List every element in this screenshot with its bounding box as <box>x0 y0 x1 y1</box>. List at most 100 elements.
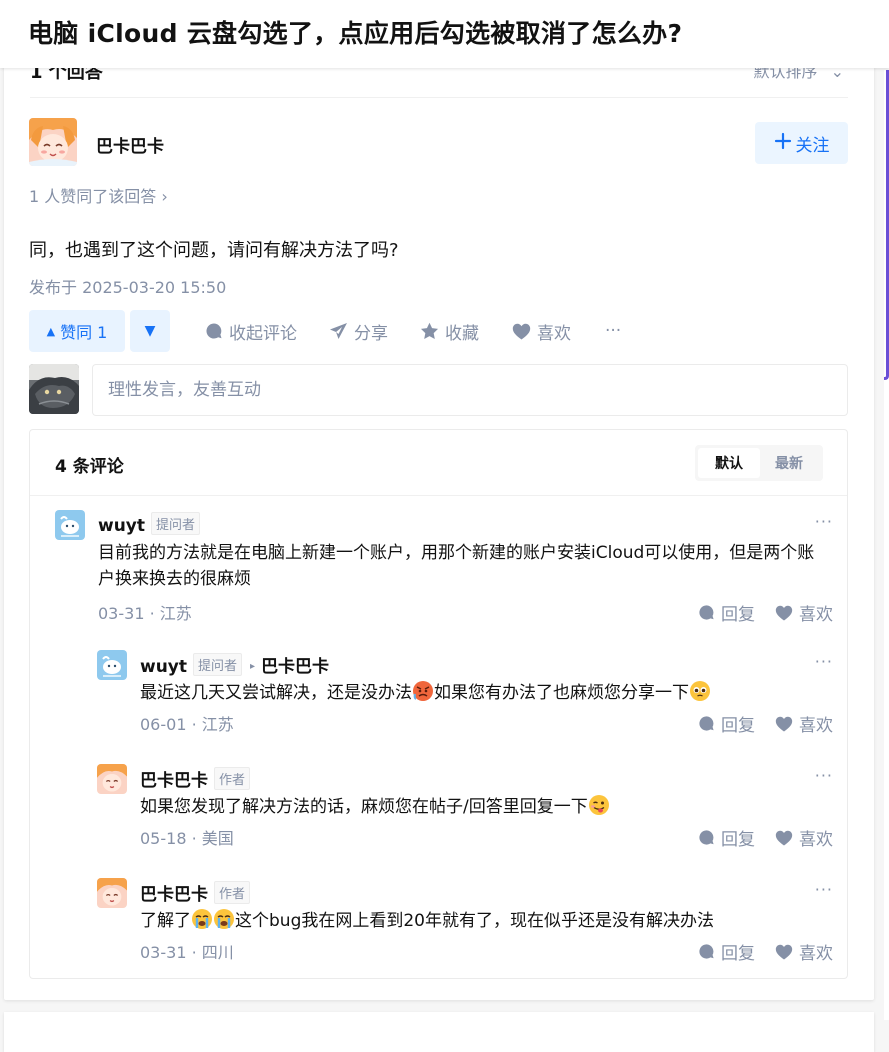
comment-more-button[interactable]: ··· <box>815 512 833 531</box>
comment-icon <box>699 605 714 620</box>
plus-icon <box>774 132 792 155</box>
favorite-button[interactable]: 收藏 <box>420 310 479 352</box>
reply-label: 回复 <box>721 830 755 850</box>
sort-default-tab[interactable]: 默认 <box>698 448 760 478</box>
follow-label: 关注 <box>795 135 830 156</box>
like-label: 喜欢 <box>537 323 571 344</box>
comment-like-button[interactable]: 喜欢 <box>775 600 833 625</box>
heart-icon <box>512 323 531 340</box>
comment-text-part: 最近这几天又尝试解决，还是没办法 <box>140 683 412 703</box>
comment-like-label: 喜欢 <box>799 716 833 736</box>
favorite-label: 收藏 <box>445 323 479 344</box>
comment-like-button[interactable]: 喜欢 <box>775 939 833 964</box>
author-avatar[interactable] <box>29 118 77 166</box>
comment-actions: 回复 喜欢 <box>698 600 833 625</box>
comment-text-part: 如果您有办法了也麻烦您分享一下 <box>434 683 689 703</box>
comment-text: 了解了 这个bug我在网上看到20年就有了，现在似乎还是没有解决办法 <box>140 908 830 934</box>
more-icon: ··· <box>605 321 622 341</box>
comment-text: 目前我的方法就是在电脑上新建一个账户，用那个新建的账户安装iCloud可以使用，… <box>98 543 815 589</box>
sidebar-card-edge <box>884 70 889 380</box>
share-button[interactable]: 分享 <box>329 310 388 352</box>
comment-like-label: 喜欢 <box>799 944 833 964</box>
comment-reply-item: wuyt 提问者 ▸ 巴卡巴卡 ··· 最近这几天又尝试解决，还是没办法 如果您有办法了… <box>97 650 835 740</box>
comment-input[interactable] <box>92 364 848 416</box>
commenter-avatar[interactable] <box>97 650 127 680</box>
commenter-avatar[interactable] <box>55 510 85 540</box>
comment-reply-item: 巴卡巴卡 作者 ··· 了解了 这个bug我在网上看到20年就有了，现在似乎还是没有… <box>97 878 835 968</box>
more-actions-button[interactable]: ··· <box>605 310 621 352</box>
question-title[interactable]: 电脑 iCloud 云盘勾选了，点应用后勾选被取消了怎么办? <box>28 14 682 50</box>
comment-more-button[interactable]: ··· <box>815 766 833 785</box>
comment-like-label: 喜欢 <box>799 605 833 625</box>
comments-panel: 4 条评论 默认 最新 wuyt 提问者 ··· 目前我的方法就是在电脑上新建一… <box>29 429 848 979</box>
comment-text: 如果您发现了解决方法的话，麻烦您在帖子/回答里回复一下 <box>140 794 830 820</box>
crying-emoji-icon <box>192 909 212 929</box>
comment-meta: 05-18 · 美国 <box>140 829 234 848</box>
comment-reply-item: 巴卡巴卡 作者 ··· 如果您发现了解决方法的话，麻烦您在帖子/回答里回复一下 0… <box>97 764 835 854</box>
commenter-name[interactable]: wuyt 提问者 <box>98 512 201 536</box>
reply-button[interactable]: 回复 <box>698 825 755 850</box>
share-icon <box>330 323 347 339</box>
commenter-name[interactable]: 巴卡巴卡 作者 <box>140 766 251 791</box>
upvoters-link[interactable]: 1 人赞同了该回答 › <box>29 183 168 207</box>
publish-time: 发布于 2025-03-20 15:50 <box>29 278 227 297</box>
triangle-up-icon: ▲ <box>46 324 56 338</box>
commenter-avatar[interactable] <box>97 878 127 908</box>
commenter-name-text: wuyt <box>98 516 146 536</box>
comment-actions: 回复 喜欢 <box>698 825 833 850</box>
heart-icon <box>775 830 793 846</box>
triangle-down-icon: ▼ <box>144 323 156 339</box>
reply-label: 回复 <box>721 716 755 736</box>
comment-more-button[interactable]: ··· <box>815 880 833 899</box>
comment-icon <box>699 944 714 959</box>
downvote-button[interactable]: ▼ <box>130 310 170 352</box>
question-header: 电脑 iCloud 云盘勾选了，点应用后勾选被取消了怎么办? <box>0 0 889 68</box>
reply-to-name[interactable]: 巴卡巴卡 <box>261 657 329 677</box>
heart-icon <box>775 605 793 621</box>
collapse-comments-label: 收起评论 <box>229 323 297 344</box>
comment-actions: 回复 喜欢 <box>698 939 833 964</box>
asker-tag: 提问者 <box>151 512 201 535</box>
comment-icon <box>699 830 714 845</box>
commenter-avatar[interactable] <box>97 764 127 794</box>
upvote-button[interactable]: ▲ 赞同 1 <box>29 310 125 352</box>
comment-like-button[interactable]: 喜欢 <box>775 825 833 850</box>
reply-button[interactable]: 回复 <box>698 711 755 736</box>
commenter-name-text: wuyt <box>140 657 188 677</box>
reply-arrow-icon: ▸ <box>250 661 256 672</box>
comment-like-label: 喜欢 <box>799 830 833 850</box>
pleading-emoji-icon <box>690 681 710 701</box>
comments-count: 4 条评论 <box>55 457 124 477</box>
commenter-name[interactable]: 巴卡巴卡 作者 <box>140 880 251 905</box>
commenter-name-text: 巴卡巴卡 <box>140 885 208 905</box>
angry-emoji-icon <box>413 681 433 701</box>
author-tag: 作者 <box>214 881 251 904</box>
follow-button[interactable]: 关注 <box>755 122 848 164</box>
comment-more-button[interactable]: ··· <box>815 652 833 671</box>
commenter-name[interactable]: wuyt 提问者 ▸ 巴卡巴卡 <box>140 652 329 677</box>
share-label: 分享 <box>354 323 388 344</box>
next-card <box>4 1012 874 1052</box>
comment-like-button[interactable]: 喜欢 <box>775 711 833 736</box>
comment-meta: 06-01 · 江苏 <box>140 715 234 734</box>
answer-action-bar: ▲ 赞同 1 ▼ 收起评论 分享 收藏 喜欢 ··· <box>29 310 849 352</box>
heart-icon <box>775 944 793 960</box>
comment-text: 最近这几天又尝试解决，还是没办法 如果您有办法了也麻烦您分享一下 <box>140 680 830 706</box>
like-button[interactable]: 喜欢 <box>512 310 571 352</box>
commenter-name-text: 巴卡巴卡 <box>140 771 208 791</box>
collapse-comments-button[interactable]: 收起评论 <box>205 310 297 352</box>
comment-text-part: 如果您发现了解决方法的话，麻烦您在帖子/回答里回复一下 <box>140 797 588 817</box>
star-icon <box>420 322 439 340</box>
sort-latest-tab[interactable]: 最新 <box>758 448 820 478</box>
author-name[interactable]: 巴卡巴卡 <box>96 132 164 157</box>
comment-sort-tabs: 默认 最新 <box>695 445 823 481</box>
answer-card: 1 个回答 默认排序 ⌄ 巴卡巴卡 关注 1 人赞同了该回答 › 同，也遇到了这… <box>4 52 874 1000</box>
reply-button[interactable]: 回复 <box>698 939 755 964</box>
author-tag: 作者 <box>214 767 251 790</box>
heart-icon <box>775 716 793 732</box>
comment-icon <box>699 716 714 731</box>
reply-button[interactable]: 回复 <box>698 600 755 625</box>
reply-label: 回复 <box>721 605 755 625</box>
reply-label: 回复 <box>721 944 755 964</box>
comment-meta: 03-31 · 四川 <box>140 943 234 962</box>
